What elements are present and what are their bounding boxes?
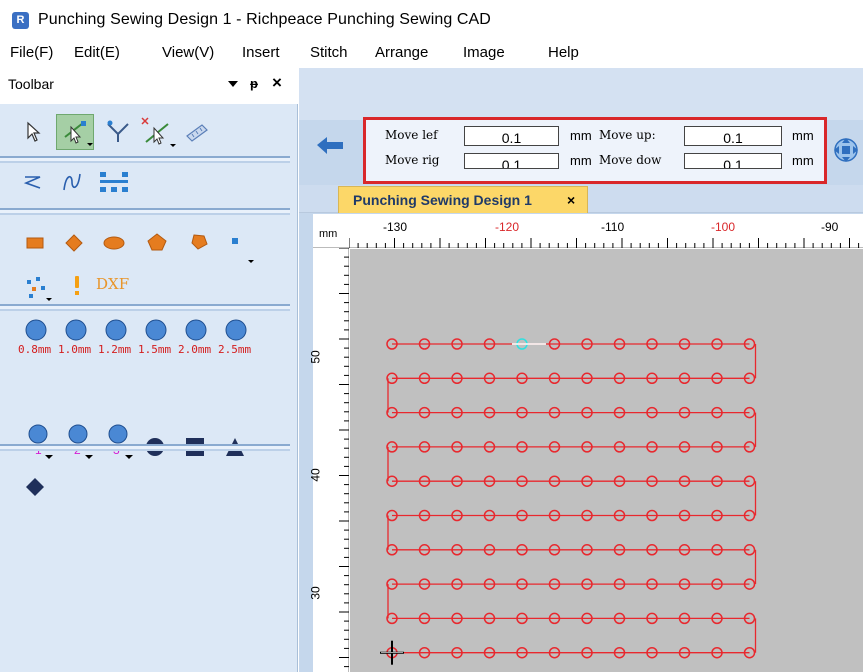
rectangle-shape-icon[interactable]: [25, 236, 45, 250]
pentagon-shape-icon[interactable]: [146, 232, 168, 252]
close-icon[interactable]: ×: [567, 192, 575, 208]
toolbar-separator: [0, 444, 290, 451]
toolbar-separator: [0, 304, 290, 311]
move-up-unit: mm: [792, 128, 814, 143]
punch-size-1.5mm-icon[interactable]: [144, 318, 168, 342]
document-tab-label: Punching Sewing Design 1: [353, 192, 532, 208]
crosshair-cursor-icon: [380, 640, 404, 665]
punch-size-0.8mm-icon[interactable]: [24, 318, 48, 342]
toolbar-close-icon[interactable]: ×: [272, 73, 282, 93]
node-edit-icon: [64, 121, 93, 146]
move-left-input[interactable]: 0.1: [464, 126, 559, 146]
chevron-down-icon[interactable]: [44, 454, 54, 460]
move-down-input[interactable]: 0.1: [684, 153, 782, 169]
stitch-pattern-icon[interactable]: [96, 168, 132, 196]
punch-size-1.0mm-icon[interactable]: [64, 318, 88, 342]
menu-bar: File(F) Edit(E) View(V) Insert Stitch Ar…: [0, 40, 863, 67]
move-left-label: Move lef: [385, 128, 438, 142]
polygon-shape-icon[interactable]: [188, 232, 210, 252]
move-up-label: Move up:: [599, 128, 656, 142]
multi-select-icon[interactable]: [138, 114, 178, 150]
menu-view[interactable]: View(V): [162, 44, 214, 61]
undo-arrow-icon[interactable]: [315, 134, 345, 156]
punch-size-1.2mm-icon[interactable]: [104, 318, 128, 342]
punch-size-label: 2.5mm: [218, 343, 252, 356]
scatter-points-icon[interactable]: [24, 274, 58, 304]
chevron-down-icon[interactable]: [124, 454, 134, 460]
title-bar: R Punching Sewing Design 1 - Richpeace P…: [0, 0, 863, 40]
tab-punching-sewing-design-1[interactable]: Punching Sewing Design 1 ×: [338, 186, 588, 213]
toolbar-strip: [299, 68, 863, 120]
dxf-import-icon[interactable]: DXF: [96, 275, 129, 293]
ruler-tick-label: -120: [495, 220, 520, 234]
nudge-panel: Move lef 0.1 mm Move up: 0.1 mm Move rig…: [363, 117, 827, 184]
design-canvas: mm -130 -120 -110 -100 -90 50 40 30: [309, 214, 863, 672]
move-right-label: Move rig: [385, 153, 440, 167]
toolbar-dropdown-icon[interactable]: [228, 81, 238, 87]
ruler-tick-label: -130: [383, 220, 408, 234]
punch-size-2.0mm-icon[interactable]: [184, 318, 208, 342]
menu-file[interactable]: File(F): [10, 44, 53, 61]
move-up-input[interactable]: 0.1: [684, 126, 782, 146]
select-arrow-icon[interactable]: [22, 120, 44, 144]
ruler-tick-label: -90: [821, 220, 839, 234]
toolbar-separator: [0, 156, 290, 163]
node-edit-tool[interactable]: [56, 114, 94, 150]
punch-size-label: 0.8mm: [18, 343, 52, 356]
ruler-tick-label: -110: [601, 220, 625, 234]
diamond-shape-icon[interactable]: [64, 233, 84, 253]
ruler-tick-label: 30: [308, 586, 323, 600]
filled-diamond-icon[interactable]: [24, 476, 46, 498]
ruler-tick-label: 40: [308, 468, 323, 482]
ellipse-shape-icon[interactable]: [102, 235, 126, 251]
menu-arrange[interactable]: Arrange: [375, 44, 428, 61]
curve-line-icon[interactable]: [60, 170, 84, 194]
menu-stitch[interactable]: Stitch: [310, 44, 348, 61]
vertical-ruler: 50 40 30: [309, 248, 349, 672]
stitch-design[interactable]: [350, 249, 863, 672]
ruler-tick-label: -100: [711, 220, 736, 234]
punch-size-label: 1.5mm: [138, 343, 172, 356]
toolbar-header: Toolbar ᵽ ×: [0, 68, 298, 104]
punch-size-label: 1.2mm: [98, 343, 132, 356]
chevron-down-icon[interactable]: [84, 454, 94, 460]
window-title: Punching Sewing Design 1 - Richpeace Pun…: [38, 11, 491, 28]
move-right-unit: mm: [570, 153, 592, 168]
point-tool-icon[interactable]: [228, 234, 258, 266]
toolbar-pin-icon[interactable]: ᵽ: [250, 76, 258, 91]
punch-size-2.5mm-icon[interactable]: [224, 318, 248, 342]
punch-size-label: 1.0mm: [58, 343, 92, 356]
move-down-label: Move dow: [599, 153, 662, 167]
toolbar-title: Toolbar: [8, 76, 54, 92]
toolbar-separator: [0, 208, 290, 215]
scissors-select-icon[interactable]: [104, 118, 132, 146]
drawing-area[interactable]: [350, 249, 863, 672]
ruler-ticks: [339, 248, 349, 668]
horizontal-ruler: mm -130 -120 -110 -100 -90: [313, 214, 863, 248]
app-logo-icon: R: [12, 12, 29, 29]
move-left-unit: mm: [570, 128, 592, 143]
warning-mark-icon[interactable]: [72, 274, 82, 296]
measure-ruler-icon[interactable]: [184, 122, 210, 142]
ruler-unit-label: mm: [319, 228, 338, 240]
zigzag-line-icon[interactable]: [22, 172, 44, 192]
menu-image[interactable]: Image: [463, 44, 505, 61]
menu-edit[interactable]: Edit(E): [74, 44, 120, 61]
ruler-tick-label: 50: [308, 350, 323, 364]
nudge-dpad-icon[interactable]: [828, 134, 863, 166]
ruler-ticks: [349, 238, 860, 248]
menu-help[interactable]: Help: [548, 44, 579, 61]
punch-size-label: 2.0mm: [178, 343, 212, 356]
toolbar-panel: Toolbar ᵽ × DXF 0.8mm 1.0mm 1.2mm 1.5mm …: [0, 68, 298, 672]
menu-insert[interactable]: Insert: [242, 44, 280, 61]
move-down-unit: mm: [792, 153, 814, 168]
move-right-input[interactable]: 0.1: [464, 153, 559, 169]
